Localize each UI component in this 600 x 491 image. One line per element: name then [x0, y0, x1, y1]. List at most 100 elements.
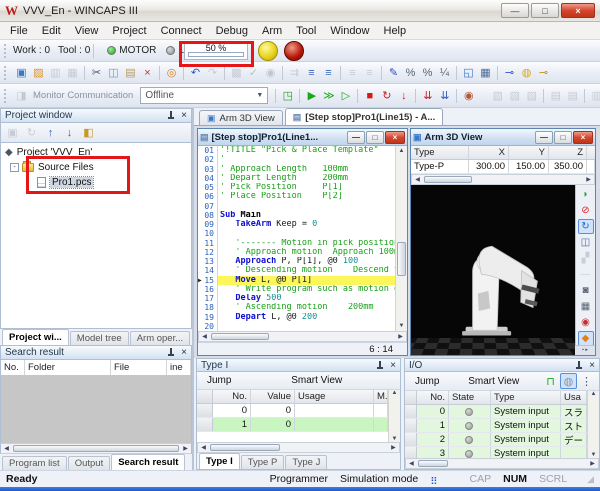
outdent-icon[interactable]: ≡ — [320, 65, 337, 81]
cell-usage[interactable] — [295, 418, 374, 431]
pause-hand-icon[interactable]: ◉ — [460, 88, 477, 104]
toolbar-grip[interactable] — [4, 44, 8, 58]
run-to-end-icon[interactable]: ≫ — [320, 88, 337, 104]
move-down-icon[interactable]: ↓ — [61, 125, 78, 141]
line-number[interactable]: 14 — [198, 266, 218, 275]
variable-manager-icon[interactable]: ◱ — [460, 65, 477, 81]
code-line-10[interactable]: 10 — [198, 229, 395, 238]
line-number[interactable]: 12 — [198, 248, 218, 257]
menu-arm[interactable]: Arm — [255, 23, 289, 39]
scroll-thumb[interactable] — [211, 333, 269, 340]
code-text[interactable]: ' Descending motion Descend t — [218, 266, 395, 275]
cell-x[interactable]: 300.00 — [469, 160, 509, 173]
minimize-button[interactable]: — — [347, 131, 365, 144]
code-text[interactable]: Delay 500 — [218, 294, 395, 303]
row-selector[interactable] — [405, 405, 417, 418]
code-line-09[interactable]: 09 TakeArm Keep = 0 — [198, 220, 395, 229]
open-project-icon[interactable]: ▨ — [30, 65, 47, 81]
state-lamp-icon[interactable]: ◍ — [560, 373, 577, 389]
code-line-01[interactable]: 01'!TITLE "Pick & Place Template" — [198, 146, 395, 155]
line-number[interactable]: 08 — [198, 211, 218, 220]
code-line-05[interactable]: 05' Pick Position P[1] — [198, 183, 395, 192]
io-hscrollbar[interactable]: ◀ ▶ — [405, 458, 599, 469]
record-settings-icon[interactable]: ▦ — [578, 299, 594, 314]
restore-button[interactable]: □ — [531, 3, 559, 18]
line-number[interactable]: 17 — [198, 294, 218, 303]
minimize-button[interactable]: — — [501, 3, 529, 18]
editor-hscrollbar[interactable]: ◀ ▶ — [198, 331, 407, 342]
cell-m[interactable] — [374, 404, 388, 417]
close-icon[interactable]: × — [181, 111, 187, 120]
scroll-right-icon[interactable]: ▶ — [395, 333, 406, 340]
cell-value[interactable]: 0 — [251, 404, 295, 417]
line-number[interactable]: 20 — [198, 322, 218, 331]
menu-debug[interactable]: Debug — [209, 23, 255, 39]
scroll-left-icon[interactable]: ◀ — [406, 460, 417, 467]
security-key-icon[interactable]: ⊸ — [501, 65, 518, 81]
scroll-left-icon[interactable]: ◀ — [199, 333, 210, 340]
code-line-19[interactable]: 19 Depart L, @0 200 — [198, 313, 395, 322]
line-number[interactable]: 15▶ — [198, 276, 218, 285]
close-button[interactable]: × — [385, 131, 405, 144]
code-text[interactable]: Sub Main — [218, 211, 395, 220]
jump-button[interactable]: Jump — [409, 376, 445, 387]
io-row-0[interactable]: 0System inputスラ — [405, 405, 587, 419]
tab-arm-3d-view[interactable]: ▣Arm 3D View — [199, 110, 283, 125]
viewport-toolbar-scroll[interactable]: ▪ ▸ — [575, 345, 595, 355]
code-line-16[interactable]: 16 ' Write program such as motion o — [198, 285, 395, 294]
copy-icon[interactable]: ◫ — [105, 65, 122, 81]
stop-icon[interactable]: ■ — [361, 88, 378, 104]
robot-3d-viewport[interactable]: ◗⊘↻◫▞—◙▦◉◆ ▪ ▸ — [411, 185, 595, 355]
code-line-06[interactable]: 06' Place Position P[2] — [198, 192, 395, 201]
code-text[interactable]: ' Place Position P[2] — [218, 192, 395, 201]
tab-arm-oper[interactable]: Arm oper... — [130, 331, 190, 345]
speed-50-icon[interactable]: % — [419, 65, 436, 81]
code-line-12[interactable]: 12 ' Approach motion Approach 100m — [198, 248, 395, 257]
move-up-icon[interactable]: ↑ — [42, 125, 59, 141]
motor-indicator-icon[interactable] — [107, 46, 116, 55]
code-line-03[interactable]: 03' Approach Length 100mm — [198, 165, 395, 174]
line-number[interactable]: 03 — [198, 165, 218, 174]
delete-icon[interactable]: × — [139, 65, 156, 81]
menu-project[interactable]: Project — [105, 23, 153, 39]
cell-usage[interactable] — [561, 447, 587, 458]
tab-type-j[interactable]: Type J — [285, 455, 327, 469]
speed-25-icon[interactable]: ¼ — [436, 65, 453, 81]
row-selector[interactable] — [405, 433, 417, 446]
type-i-row-1[interactable]: 10 — [197, 418, 388, 432]
line-number[interactable]: 10 — [198, 229, 218, 238]
scroll-left-icon[interactable]: ◀ — [198, 444, 209, 451]
tab-model-tree[interactable]: Model tree — [70, 331, 129, 345]
new-project-icon[interactable]: ▣ — [13, 65, 30, 81]
arm-table-hscrollbar[interactable]: ◀ ▶ — [411, 174, 595, 185]
line-number[interactable]: 19 — [198, 313, 218, 322]
code-line-04[interactable]: 04' Depart Length 200mm — [198, 174, 395, 183]
scroll-up-icon[interactable]: ▲ — [588, 391, 599, 397]
cell-usage[interactable]: スラ — [561, 405, 587, 418]
code-text[interactable]: ' — [218, 155, 395, 164]
cell-state[interactable] — [449, 447, 491, 458]
scroll-thumb[interactable] — [397, 242, 406, 276]
tab-output[interactable]: Output — [68, 456, 111, 470]
code-text[interactable] — [218, 229, 395, 238]
editor-vscrollbar[interactable]: ▲ ▼ — [395, 146, 407, 331]
cell-no[interactable]: 0 — [417, 405, 449, 418]
measure-tool-icon[interactable]: ◗ — [578, 187, 594, 202]
speed-progressbar[interactable] — [188, 52, 244, 57]
scroll-up-icon[interactable]: ▲ — [396, 146, 407, 156]
display-option-icon[interactable]: ◧ — [80, 125, 97, 141]
tab-step-stop-pro1-line15-a[interactable]: ▤[Step stop]Pro1(Line15) - A... — [285, 108, 444, 125]
cell-usage[interactable]: デー — [561, 433, 587, 446]
pin-icon[interactable] — [376, 361, 384, 370]
line-number[interactable]: 06 — [198, 192, 218, 201]
code-text[interactable]: Move L, @0 P[1] — [218, 276, 395, 285]
pan-view-icon[interactable]: ◫ — [578, 235, 594, 250]
tab-program-list[interactable]: Program list — [2, 456, 67, 470]
code-text[interactable]: ' Write program such as motion o — [218, 285, 395, 294]
cycle-stop-icon[interactable]: ↻ — [378, 88, 395, 104]
code-text[interactable]: ' Approach motion Approach 100m — [218, 248, 395, 257]
jump-button[interactable]: Jump — [201, 375, 237, 386]
code-text[interactable]: '!TITLE "Pick & Place Template" — [218, 146, 395, 155]
tab-search-result[interactable]: Search result — [111, 454, 185, 470]
unlock-key-icon[interactable]: ⊸ — [535, 65, 552, 81]
